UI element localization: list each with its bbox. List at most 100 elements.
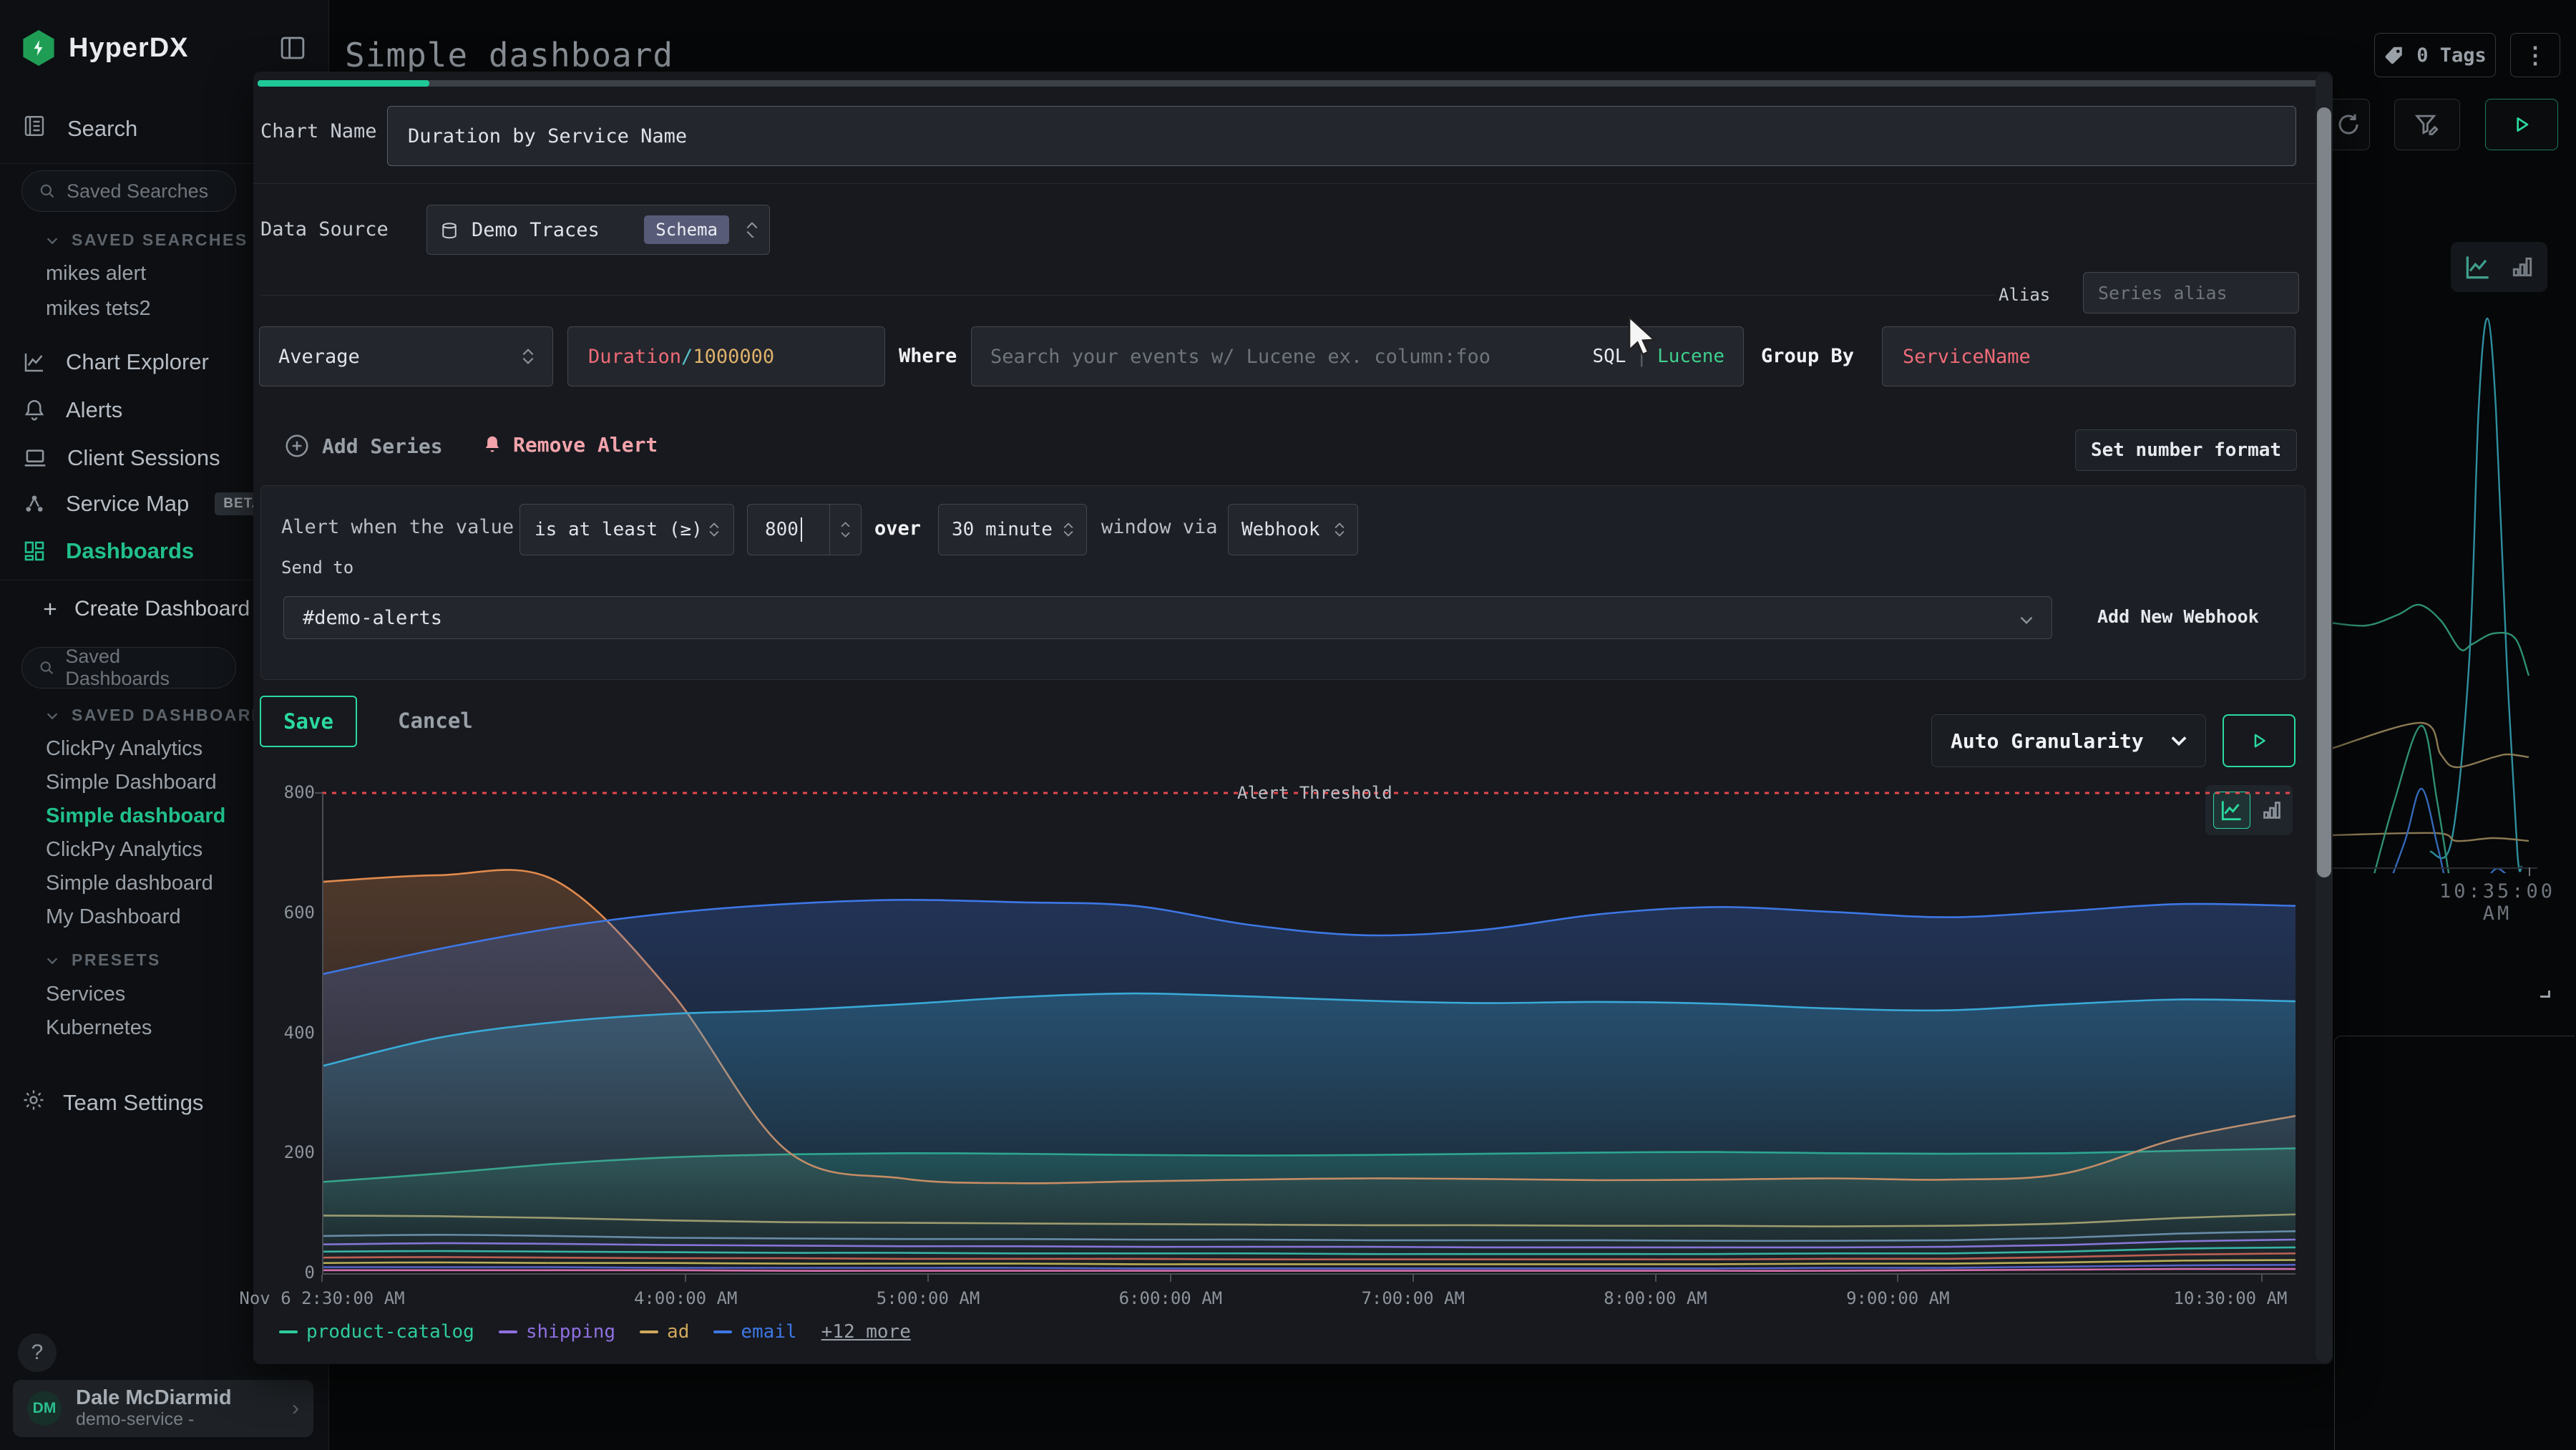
sidebar-item-search[interactable]: Search xyxy=(21,113,137,145)
y-tick-800: 800 xyxy=(258,782,315,802)
select-chevrons-icon xyxy=(709,522,719,537)
panel-icon xyxy=(278,33,308,63)
x-tick-mark xyxy=(685,1275,686,1282)
play-icon xyxy=(2510,113,2533,136)
sidebar-item-service-map[interactable]: Service MapBETA xyxy=(21,491,271,517)
background-play-button[interactable] xyxy=(2485,99,2558,150)
group-by-input[interactable]: ServiceName xyxy=(1882,326,2296,386)
kebab-icon: ⋮ xyxy=(2524,42,2547,69)
timeseries-chart[interactable] xyxy=(322,787,2296,1281)
chevron-down-icon xyxy=(44,233,60,248)
presets-header[interactable]: PRESETS xyxy=(44,950,161,970)
alert-condition-select[interactable]: is at least (≥) xyxy=(519,504,734,555)
cancel-button[interactable]: Cancel xyxy=(398,709,473,733)
alert-window-select[interactable]: 30 minute xyxy=(938,504,1087,555)
sidebar-item-alerts[interactable]: Alerts xyxy=(21,397,122,423)
x-tick-mark xyxy=(1413,1275,1414,1282)
sidebar-item-dashboards[interactable]: Dashboards xyxy=(21,538,194,564)
preset-item-kubernetes[interactable]: Kubernetes xyxy=(46,1016,152,1040)
saved-dashboard-item[interactable]: ClickPy Analytics xyxy=(46,838,203,862)
legend-swatch xyxy=(713,1330,732,1333)
sidebar-item-chart-explorer[interactable]: Chart Explorer xyxy=(21,349,209,375)
create-dashboard-button[interactable]: Create Dashboard xyxy=(40,597,250,621)
mini-series-spike xyxy=(2430,318,2522,872)
alias-label: Alias xyxy=(1999,285,2050,305)
refresh-button[interactable] xyxy=(2327,99,2370,150)
sql-mode[interactable]: SQL xyxy=(1592,346,1626,367)
sidebar-item-team-settings[interactable]: Team Settings xyxy=(21,1088,203,1118)
play-icon xyxy=(2248,730,2270,751)
saved-search-item[interactable]: mikes tets2 xyxy=(46,297,151,321)
x-axis xyxy=(322,1273,2296,1275)
modal-scrollbar-thumb[interactable] xyxy=(2317,107,2331,877)
add-new-webhook-button[interactable]: Add New Webhook xyxy=(2097,606,2259,627)
alert-channel-select[interactable]: Webhook xyxy=(1228,504,1358,555)
refresh-icon xyxy=(2336,112,2361,137)
stepper-up-icon[interactable] xyxy=(841,522,850,527)
aggregation-select[interactable]: Average xyxy=(259,326,553,386)
saved-search-item[interactable]: mikes alert xyxy=(46,262,146,286)
chart-icon xyxy=(21,349,47,375)
add-series-button[interactable]: Add Series xyxy=(283,432,443,459)
sidebar-item-client-sessions[interactable]: Client Sessions xyxy=(21,444,220,472)
user-org: demo-service - xyxy=(76,1410,232,1430)
saved-dashboard-item[interactable]: Simple dashboard xyxy=(46,872,213,895)
x-tick-mark xyxy=(1897,1275,1898,1282)
number-stepper[interactable] xyxy=(829,505,861,555)
resize-handle[interactable] xyxy=(2540,991,2550,998)
legend-item-email[interactable]: email xyxy=(713,1321,796,1343)
y-axis xyxy=(322,793,323,1274)
lucene-mode[interactable]: Lucene xyxy=(1657,346,1724,367)
legend-more-link[interactable]: +12 more xyxy=(821,1321,911,1343)
chevron-down-icon xyxy=(2020,607,2033,629)
saved-searches-input[interactable]: Saved Searches xyxy=(21,170,236,212)
legend-item-product-catalog[interactable]: product-catalog xyxy=(279,1321,474,1343)
granularity-select[interactable]: Auto Granularity xyxy=(1931,714,2206,767)
alias-input[interactable]: Series alias xyxy=(2083,272,2299,313)
saved-dashboard-item[interactable]: Simple dashboard xyxy=(46,804,225,828)
saved-dashboards-input[interactable]: Saved Dashboards xyxy=(21,647,236,688)
filter-button[interactable] xyxy=(2394,99,2460,150)
saved-dashboard-item[interactable]: ClickPy Analytics xyxy=(46,737,203,761)
legend-item-ad[interactable]: ad xyxy=(640,1321,689,1343)
chart-legend: product-catalog shipping ad email +12 more xyxy=(279,1321,911,1343)
saved-dashboard-item[interactable]: Simple Dashboard xyxy=(46,771,217,794)
y-axis-tick xyxy=(315,792,322,794)
data-source-select[interactable]: Demo Traces Schema xyxy=(426,205,770,255)
chart-name-input[interactable]: Duration by Service Name xyxy=(387,106,2296,166)
remove-alert-button[interactable]: Remove Alert xyxy=(482,432,658,457)
plus-circle-icon xyxy=(283,432,311,459)
help-button[interactable]: ? xyxy=(18,1333,57,1372)
formula-input[interactable]: Duration/1000000 xyxy=(567,326,885,386)
run-chart-button[interactable] xyxy=(2223,714,2296,767)
webhook-select[interactable]: #demo-alerts xyxy=(283,596,2052,639)
stepper-down-icon[interactable] xyxy=(841,532,850,537)
more-options-button[interactable]: ⋮ xyxy=(2510,33,2560,77)
set-number-format-button[interactable]: Set number format xyxy=(2075,429,2297,471)
mini-series-wave xyxy=(2330,605,2529,676)
hyperdx-logo-icon xyxy=(21,30,56,66)
brand[interactable]: HyperDX xyxy=(21,30,189,66)
saved-dashboard-item[interactable]: My Dashboard xyxy=(46,905,181,929)
grid-icon xyxy=(21,538,47,564)
alert-threshold-input[interactable]: 800 xyxy=(747,504,862,555)
background-chart-type-toggle[interactable] xyxy=(2451,242,2547,292)
chart-name-label: Chart Name xyxy=(260,120,377,142)
legend-item-shipping[interactable]: shipping xyxy=(499,1321,615,1343)
x-tick-mark xyxy=(2261,1275,2263,1282)
tags-button[interactable]: 0 Tags xyxy=(2374,33,2496,77)
x-tick-mark xyxy=(1170,1275,1171,1282)
saved-searches-header[interactable]: SAVED SEARCHES xyxy=(44,230,248,250)
chevron-down-icon xyxy=(44,953,60,968)
preset-item-services[interactable]: Services xyxy=(46,983,125,1006)
sidebar-toggle-button[interactable] xyxy=(276,31,309,64)
progress-track xyxy=(258,80,2318,87)
saved-dashboards-header[interactable]: SAVED DASHBOARDS xyxy=(44,706,278,725)
select-chevrons-icon xyxy=(746,222,758,238)
app-root: HyperDX Search Saved Searches SAVED SEAR… xyxy=(0,0,2576,1450)
plus-icon xyxy=(40,599,60,619)
y-tick-0: 0 xyxy=(258,1262,315,1283)
send-to-label: Send to xyxy=(281,558,353,578)
user-menu[interactable]: DM Dale McDiarmid demo-service - › xyxy=(13,1380,313,1437)
save-button[interactable]: Save xyxy=(260,696,357,747)
